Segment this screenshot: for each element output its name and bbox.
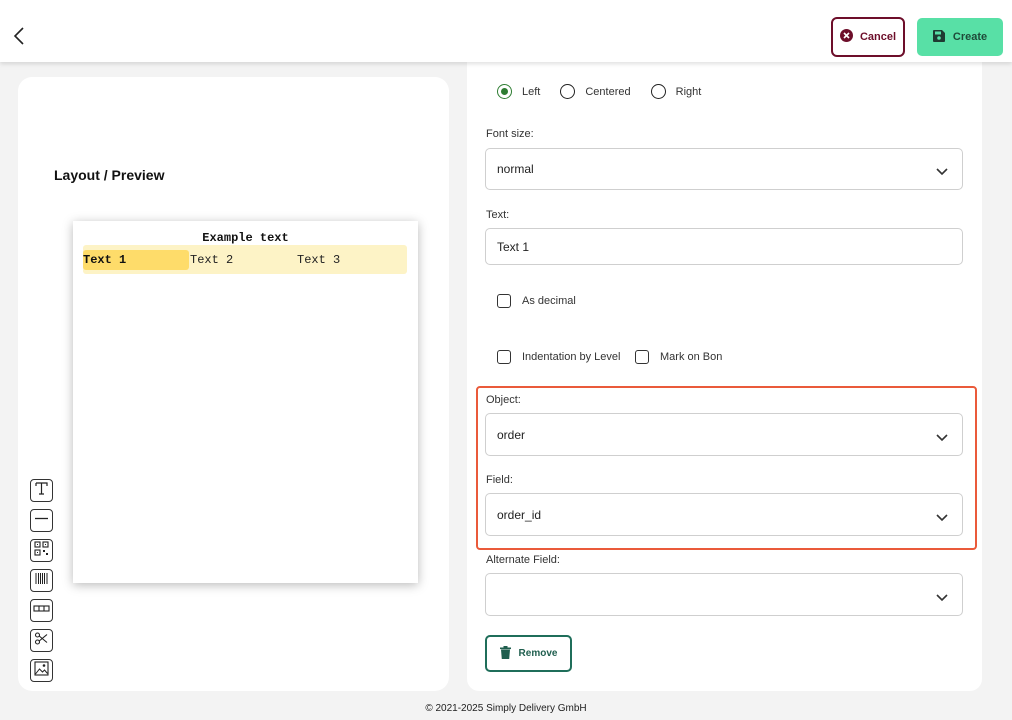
receipt-preview: Example text Text 1 Text 2 Text 3 — [73, 221, 418, 583]
alternate-field-label: Alternate Field: — [486, 554, 560, 566]
text-input[interactable]: Text 1 — [485, 228, 963, 265]
create-button[interactable]: Create — [917, 18, 1003, 56]
field-select[interactable]: order_id — [485, 493, 963, 536]
object-value: order — [497, 427, 526, 442]
example-text-line[interactable]: Example text — [73, 231, 418, 245]
line-icon — [34, 511, 49, 531]
font-size-select[interactable]: normal — [485, 148, 963, 190]
chevron-down-icon — [936, 591, 948, 601]
line-tool-button[interactable] — [30, 509, 53, 532]
row-cell-2[interactable]: Text 2 — [190, 250, 290, 270]
as-decimal-checkbox[interactable] — [497, 294, 511, 308]
text-input-value: Text 1 — [497, 239, 530, 254]
cut-tool-button[interactable] — [30, 629, 53, 652]
alignment-radio-group: Left Centered Right — [497, 84, 721, 99]
indentation-checkbox[interactable] — [497, 350, 511, 364]
chevron-down-icon — [936, 511, 948, 521]
qr-code-icon — [34, 540, 49, 561]
remove-label: Remove — [518, 648, 558, 659]
text-label: Text: — [486, 209, 510, 221]
cancel-label: Cancel — [859, 31, 897, 43]
align-right-label: Right — [675, 85, 702, 98]
cancel-button[interactable]: Cancel — [831, 17, 905, 57]
align-right-radio[interactable] — [650, 84, 666, 99]
indentation-option: Indentation by Level — [497, 350, 620, 364]
qr-tool-button[interactable] — [30, 539, 53, 562]
remove-button[interactable]: Remove — [485, 635, 572, 672]
image-icon — [34, 660, 49, 681]
text-tool-button[interactable] — [30, 479, 53, 502]
row-cell-1[interactable]: Text 1 — [83, 250, 189, 270]
chevron-down-icon — [936, 165, 948, 176]
indentation-label: Indentation by Level — [522, 351, 621, 363]
field-label: Field: — [486, 474, 513, 486]
barcode-tool-button[interactable] — [30, 569, 53, 592]
preview-title: Layout / Preview — [54, 167, 165, 183]
mark-on-bon-label: Mark on Bon — [660, 351, 723, 363]
object-label: Object: — [486, 394, 521, 406]
object-select[interactable]: order — [485, 413, 963, 456]
element-toolbar — [30, 479, 54, 689]
columns-tool-button[interactable] — [30, 599, 53, 622]
align-left-label: Left — [522, 85, 541, 98]
save-icon — [932, 29, 945, 45]
mark-on-bon-checkbox[interactable] — [635, 350, 649, 364]
x-circle-icon — [839, 29, 853, 45]
preview-panel: Layout / Preview Example text Text 1 Tex… — [18, 77, 449, 691]
image-tool-button[interactable] — [30, 659, 53, 682]
chevron-left-icon[interactable] — [10, 25, 30, 47]
text-row[interactable]: Text 1 Text 2 Text 3 — [83, 245, 407, 274]
trash-icon — [499, 645, 511, 662]
barcode-icon — [34, 571, 49, 591]
field-value: order_id — [497, 507, 542, 522]
footer-copyright: © 2021-2025 Simply Delivery GmbH — [425, 703, 587, 714]
font-size-label: Font size: — [486, 128, 534, 140]
as-decimal-option: As decimal — [497, 294, 576, 308]
align-left-radio[interactable] — [497, 84, 512, 99]
mark-on-bon-option: Mark on Bon — [635, 350, 722, 364]
scissors-icon — [34, 631, 49, 651]
chevron-down-icon — [936, 431, 948, 441]
row-cell-3[interactable]: Text 3 — [297, 250, 397, 270]
alternate-field-select[interactable] — [485, 573, 963, 616]
text-icon — [34, 481, 49, 501]
create-label: Create — [952, 31, 988, 43]
align-centered-label: Centered — [585, 85, 631, 98]
align-centered-radio[interactable] — [560, 84, 576, 99]
font-size-value: normal — [497, 162, 534, 176]
as-decimal-label: As decimal — [522, 295, 576, 307]
top-bar: Cancel Create — [0, 0, 1012, 62]
columns-icon — [33, 601, 50, 621]
